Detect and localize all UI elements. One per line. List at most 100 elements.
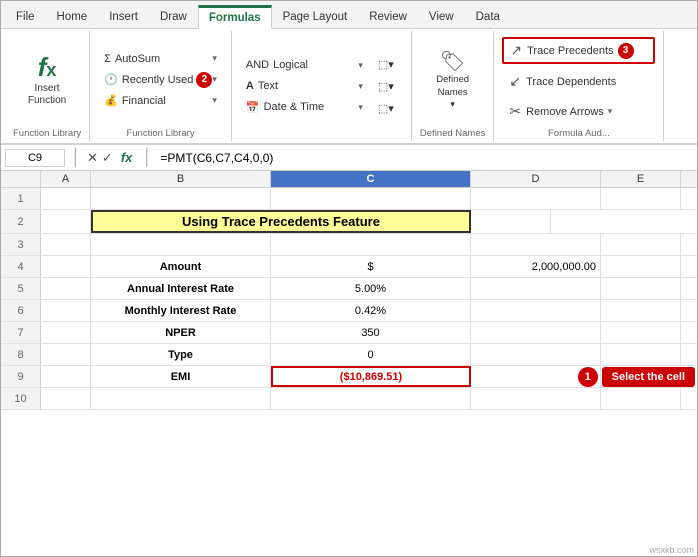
table-row: 6 Monthly Interest Rate 0.42%	[1, 300, 697, 322]
cell-a8[interactable]	[41, 344, 91, 365]
trace-precedents-button[interactable]: ↗ Trace Precedents 3	[502, 37, 655, 64]
cell-d1[interactable]	[471, 188, 601, 209]
cell-c9-emi[interactable]: ($10,869.51)	[271, 366, 471, 387]
cell-b8-label[interactable]: Type	[91, 344, 271, 365]
cell-b2-title[interactable]: Using Trace Precedents Feature	[91, 210, 471, 233]
trace-dependents-button[interactable]: ↙ Trace Dependents	[502, 69, 655, 94]
select-cell-button[interactable]: Select the cell	[602, 367, 695, 387]
cell-c1[interactable]	[271, 188, 471, 209]
cell-e8[interactable]	[601, 344, 681, 365]
tab-review[interactable]: Review	[358, 6, 418, 28]
formula-divider: │	[71, 149, 81, 167]
cell-b6-label[interactable]: Monthly Interest Rate	[91, 300, 271, 321]
cell-d5[interactable]	[471, 278, 601, 299]
more-btn-3[interactable]: ⬚▾	[373, 98, 403, 118]
cell-a6[interactable]	[41, 300, 91, 321]
cell-b3[interactable]	[91, 234, 271, 255]
cell-a3[interactable]	[41, 234, 91, 255]
cell-d6[interactable]	[471, 300, 601, 321]
col-header-b[interactable]: B	[91, 171, 271, 187]
cell-a2[interactable]	[41, 210, 91, 233]
cell-a9[interactable]	[41, 366, 91, 387]
tab-home[interactable]: Home	[46, 6, 99, 28]
table-row: 8 Type 0	[1, 344, 697, 366]
cell-d4[interactable]: 2,000,000.00	[471, 256, 601, 277]
cell-e7[interactable]	[601, 322, 681, 343]
cell-e5[interactable]	[601, 278, 681, 299]
defined-names-button[interactable]: 🏷 DefinedNames ▾	[429, 50, 476, 110]
table-row: 7 NPER 350	[1, 322, 697, 344]
formula-input[interactable]	[158, 149, 693, 167]
row-num-3: 3	[1, 234, 41, 255]
date-time-button[interactable]: 📅 Date & Time ▾	[240, 97, 369, 117]
cell-c4[interactable]: $	[271, 256, 471, 277]
cell-a7[interactable]	[41, 322, 91, 343]
col-header-a[interactable]: A	[41, 171, 91, 187]
cell-e3[interactable]	[601, 234, 681, 255]
defined-names-label: DefinedNames	[436, 74, 469, 99]
cell-a5[interactable]	[41, 278, 91, 299]
col-header-e[interactable]: E	[601, 171, 681, 187]
autosum-button[interactable]: Σ AutoSum ▾	[98, 49, 223, 69]
cell-e10[interactable]	[601, 388, 681, 409]
remove-arrows-button[interactable]: ✂ Remove Arrows ▾	[502, 99, 655, 124]
table-row: 5 Annual Interest Rate 5.00%	[1, 278, 697, 300]
cell-reference-box[interactable]: C9	[5, 149, 65, 167]
tab-insert[interactable]: Insert	[98, 6, 149, 28]
col-header-c[interactable]: C	[271, 171, 471, 187]
cell-e6[interactable]	[601, 300, 681, 321]
watermark: wsxkb.com	[649, 545, 694, 555]
more-btn-1[interactable]: ⬚▾	[373, 54, 403, 74]
cell-a10[interactable]	[41, 388, 91, 409]
tab-data[interactable]: Data	[465, 6, 511, 28]
more-btn-2[interactable]: ⬚▾	[373, 76, 403, 96]
table-row: 2 Using Trace Precedents Feature	[1, 210, 697, 234]
cell-e1[interactable]	[601, 188, 681, 209]
header-spacer	[1, 171, 41, 187]
confirm-formula-icon[interactable]: ✓	[102, 150, 113, 166]
remove-arrows-dropdown: ▾	[608, 106, 613, 117]
defined-names-group-label: Defined Names	[420, 126, 485, 139]
cell-c5[interactable]: 5.00%	[271, 278, 471, 299]
emi-value: ($10,869.51)	[340, 371, 402, 383]
text-button[interactable]: A Text ▾	[240, 76, 369, 96]
cell-d3[interactable]	[471, 234, 601, 255]
recently-used-icon: 🕐	[104, 73, 118, 86]
cell-b10[interactable]	[91, 388, 271, 409]
cell-c6[interactable]: 0.42%	[271, 300, 471, 321]
cell-c10[interactable]	[271, 388, 471, 409]
cell-a1[interactable]	[41, 188, 91, 209]
formula-audit-label: Formula Aud...	[502, 126, 655, 139]
defined-names-icon: 🏷	[440, 49, 465, 74]
logical-button[interactable]: AND Logical ▾	[240, 55, 369, 75]
cell-e4[interactable]	[601, 256, 681, 277]
autosum-group: Σ AutoSum ▾ 🕐 Recently Used 2 ▾ 💰 Financ…	[90, 31, 232, 141]
cell-b7-label[interactable]: NPER	[91, 322, 271, 343]
recently-used-button[interactable]: 🕐 Recently Used 2 ▾	[98, 70, 223, 90]
tab-formulas[interactable]: Formulas	[198, 5, 272, 29]
cell-e2[interactable]	[471, 210, 551, 233]
cell-b9-label[interactable]: EMI	[91, 366, 271, 387]
tab-view[interactable]: View	[418, 6, 465, 28]
tab-file[interactable]: File	[5, 6, 46, 28]
logical-arrow: ▾	[358, 60, 363, 71]
cell-b5-label[interactable]: Annual Interest Rate	[91, 278, 271, 299]
recently-used-arrow: ▾	[212, 74, 217, 85]
cell-a4[interactable]	[41, 256, 91, 277]
cell-d10[interactable]	[471, 388, 601, 409]
financial-button[interactable]: 💰 Financial ▾	[98, 91, 223, 111]
cancel-formula-icon[interactable]: ✕	[87, 150, 98, 166]
insert-function-button[interactable]: fx InsertFunction	[21, 48, 73, 112]
col-header-d[interactable]: D	[471, 171, 601, 187]
badge-2: 2	[196, 72, 212, 88]
function-library-label: Function Library	[13, 126, 81, 139]
cell-c7[interactable]: 350	[271, 322, 471, 343]
tab-page-layout[interactable]: Page Layout	[272, 6, 359, 28]
cell-b1[interactable]	[91, 188, 271, 209]
cell-c8[interactable]: 0	[271, 344, 471, 365]
cell-d8[interactable]	[471, 344, 601, 365]
cell-d7[interactable]	[471, 322, 601, 343]
cell-c3[interactable]	[271, 234, 471, 255]
tab-draw[interactable]: Draw	[149, 6, 198, 28]
cell-b4-label[interactable]: Amount	[91, 256, 271, 277]
